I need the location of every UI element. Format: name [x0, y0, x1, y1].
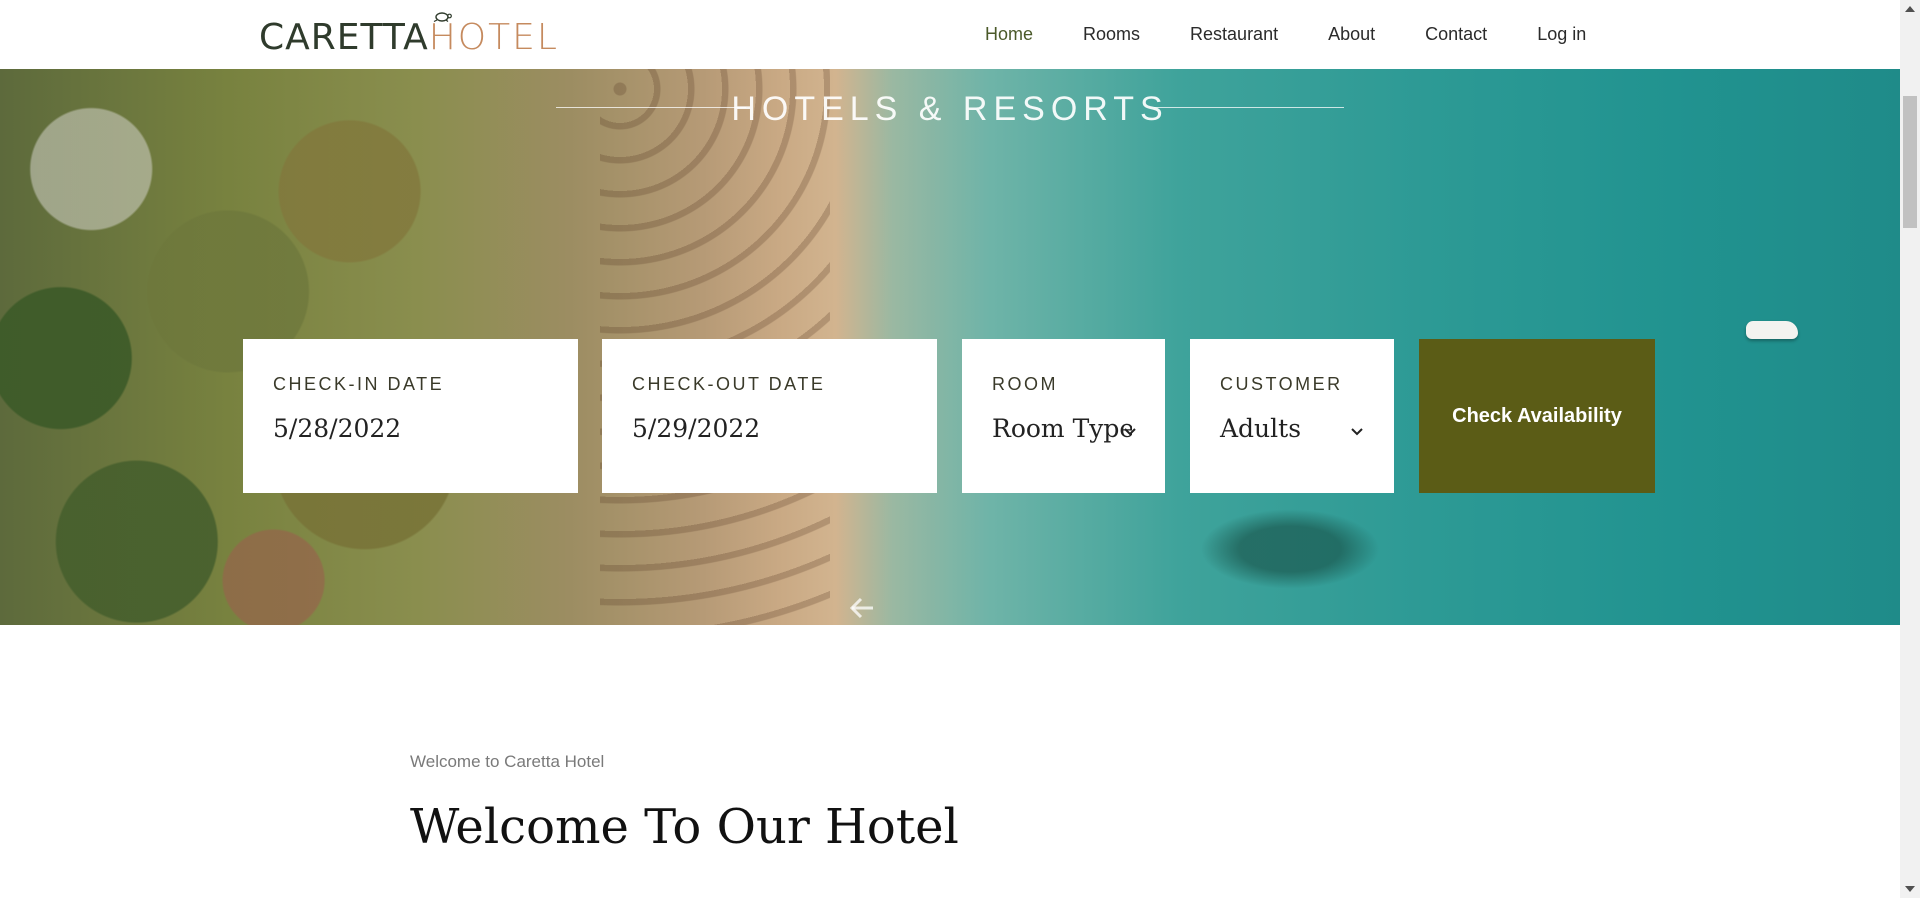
room-label: ROOM [992, 374, 1058, 394]
nav-about-link[interactable]: About [1328, 22, 1375, 46]
room-type-value[interactable]: Room Type [992, 413, 1132, 445]
checkin-date-input[interactable]: 5/28/2022 [273, 413, 578, 445]
scroll-up-arrow-icon[interactable] [1905, 6, 1915, 12]
customer-label: CUSTOMER [1220, 374, 1343, 394]
nav-restaurant-link[interactable]: Restaurant [1190, 22, 1278, 46]
customer-select[interactable]: CUSTOMER Adults [1190, 339, 1394, 493]
welcome-subtitle: Welcome to Caretta Hotel [410, 752, 605, 771]
hero-background-reef [1200, 509, 1380, 589]
hero-title-divider-right [1154, 107, 1344, 108]
hero-boat-image [1746, 321, 1798, 339]
logo-text-hotel: HOTEL [428, 17, 559, 58]
nav-login-link[interactable]: Log in [1537, 22, 1586, 46]
scroll-down-arrow-icon[interactable] [1905, 886, 1915, 892]
page-scrollbar[interactable] [1900, 0, 1920, 898]
main-nav: Home Rooms Restaurant About Contact Log … [985, 22, 1636, 46]
room-type-select[interactable]: ROOM Room Type [962, 339, 1165, 493]
site-header: CARETTA HOTEL Home Rooms Restaurant Abou… [0, 0, 1900, 69]
checkin-date-label: CHECK-IN DATE [273, 374, 445, 394]
nav-contact-link[interactable]: Contact [1425, 22, 1487, 46]
checkout-date-field[interactable]: CHECK-OUT DATE 5/29/2022 [602, 339, 937, 493]
chevron-down-icon [1124, 428, 1136, 436]
chevron-down-icon [1351, 428, 1363, 436]
slider-prev-arrow-icon[interactable] [848, 594, 876, 622]
nav-rooms-link[interactable]: Rooms [1083, 22, 1140, 46]
logo-text-caretta: CARETTA [259, 17, 429, 58]
checkout-date-label: CHECK-OUT DATE [632, 374, 826, 394]
scrollbar-thumb[interactable] [1903, 96, 1917, 228]
checkout-date-input[interactable]: 5/29/2022 [632, 413, 937, 445]
customer-value[interactable]: Adults [1220, 413, 1394, 445]
check-availability-button[interactable]: Check Availability [1419, 339, 1655, 493]
nav-home-link[interactable]: Home [985, 22, 1033, 46]
checkin-date-field[interactable]: CHECK-IN DATE 5/28/2022 [243, 339, 578, 493]
hero-title: HOTELS & RESORTS [731, 90, 1169, 128]
turtle-logo-icon [433, 12, 452, 22]
hotel-logo[interactable]: CARETTA HOTEL [259, 12, 559, 58]
welcome-heading: Welcome To Our Hotel [410, 799, 959, 855]
